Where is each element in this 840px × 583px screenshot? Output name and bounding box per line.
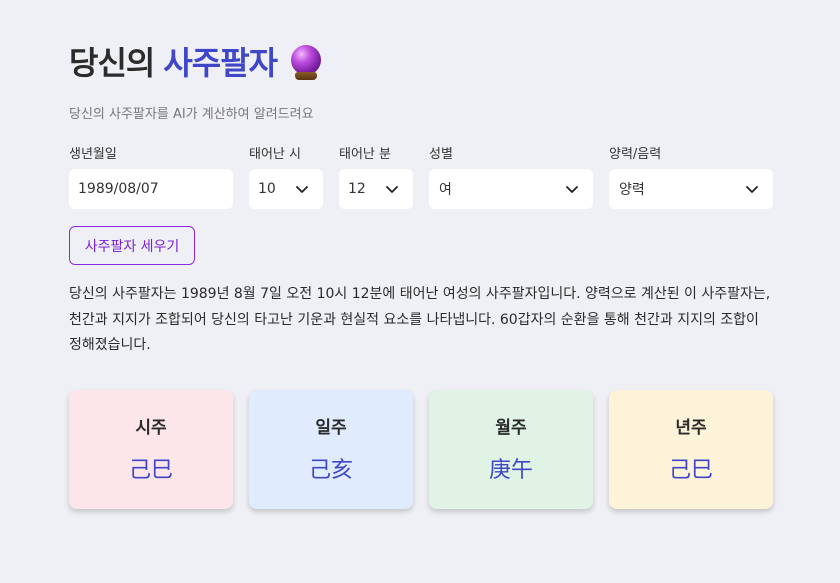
pillar-value: 己巳 <box>668 458 713 483</box>
page: 당신의 사주팔자 당신의 사주팔자를 AI가 계산하여 알려드려요 생년월일 1… <box>0 0 840 583</box>
birthdate-label: 생년월일 <box>69 147 117 162</box>
pillar-value: 己亥 <box>308 458 353 483</box>
calendar-select[interactable]: 양력 <box>609 169 773 209</box>
page-title: 당신의 사주팔자 <box>69 42 323 84</box>
chevron-down-icon <box>386 186 398 193</box>
minute-label: 태어난 분 <box>339 147 391 162</box>
crystal-ball-icon <box>289 45 323 81</box>
pillar-label: 일주 <box>315 418 347 438</box>
pillar-label: 년주 <box>675 418 707 438</box>
title-highlight: 사주팔자 <box>163 44 278 82</box>
calendar-label: 양력/음력 <box>609 147 662 162</box>
pillar-value: 己巳 <box>128 458 173 483</box>
minute-value: 12 <box>348 181 366 197</box>
gender-select[interactable]: 여 <box>429 169 593 209</box>
minute-select[interactable]: 12 <box>339 169 413 209</box>
pillar-value: 庚午 <box>488 458 533 483</box>
hour-select[interactable]: 10 <box>249 169 323 209</box>
pillar-label: 시주 <box>135 418 167 438</box>
title-prefix: 당신의 <box>69 44 155 82</box>
month-pillar-card: 월주 庚午 <box>429 390 593 509</box>
birthdate-input[interactable]: 1989/08/07 <box>69 169 233 209</box>
chevron-down-icon <box>746 186 758 193</box>
chevron-down-icon <box>566 186 578 193</box>
calculate-saju-button[interactable]: 사주팔자 세우기 <box>69 226 195 265</box>
birthdate-value: 1989/08/07 <box>78 181 159 197</box>
day-pillar-card: 일주 己亥 <box>249 390 413 509</box>
hour-value: 10 <box>258 181 276 197</box>
gender-value: 여 <box>439 182 452 198</box>
year-pillar-card: 년주 己巳 <box>609 390 773 509</box>
pillar-label: 월주 <box>495 418 527 438</box>
chevron-down-icon <box>296 186 308 193</box>
gender-label: 성별 <box>429 147 453 162</box>
result-description: 당신의 사주팔자는 1989년 8월 7일 오전 10시 12분에 태어난 여성… <box>69 286 771 353</box>
hour-label: 태어난 시 <box>249 147 301 162</box>
page-subtitle: 당신의 사주팔자를 AI가 계산하여 알려드려요 <box>69 107 314 122</box>
hour-pillar-card: 시주 己巳 <box>69 390 233 509</box>
calendar-value: 양력 <box>619 182 645 198</box>
